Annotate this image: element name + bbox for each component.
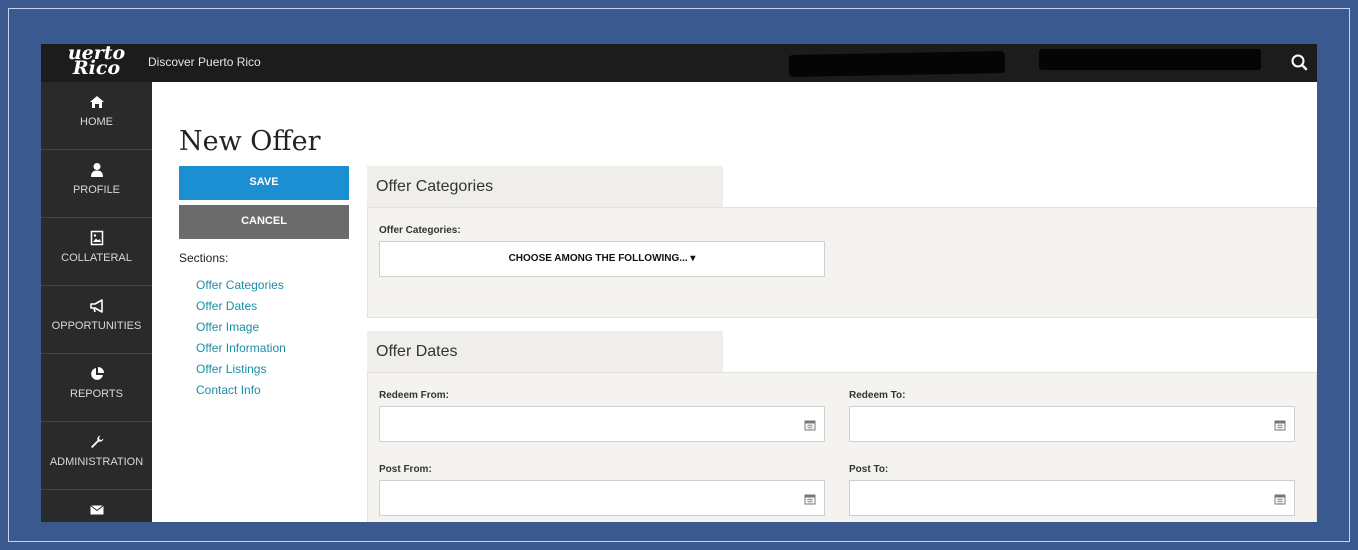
- redeem-to-input[interactable]: [849, 406, 1295, 442]
- section-link-offer-categories[interactable]: Offer Categories: [196, 276, 286, 297]
- redacted-block: [788, 51, 1006, 77]
- sidebar-item-administration[interactable]: ADMINISTRATION: [41, 422, 152, 490]
- save-button[interactable]: SAVE: [179, 166, 349, 200]
- offer-categories-dropdown[interactable]: CHOOSE AMONG THE FOLLOWING... ▾: [379, 241, 825, 277]
- logo-line-2: Rico: [72, 57, 121, 79]
- sidebar-item-reports[interactable]: REPORTS: [41, 354, 152, 422]
- sidebar-item-label: OPPORTUNITIES: [51, 320, 142, 332]
- post-from-label: Post From:: [379, 464, 432, 475]
- sections-heading: Sections:: [179, 251, 229, 265]
- home-icon: [89, 96, 104, 108]
- site-name[interactable]: Discover Puerto Rico: [148, 55, 261, 69]
- calendar-icon[interactable]: [1274, 493, 1286, 505]
- screenshot-frame: uerto Rico Discover Puerto Rico HOME PRO…: [0, 0, 1358, 550]
- sidebar-item-profile[interactable]: PROFILE: [41, 150, 152, 218]
- site-logo[interactable]: uerto Rico: [41, 44, 152, 82]
- envelope-icon: [89, 505, 104, 515]
- search-icon: [1291, 54, 1308, 71]
- sidebar-item-label: ADMINISTRATION: [49, 456, 144, 468]
- section-link-offer-listings[interactable]: Offer Listings: [196, 360, 286, 381]
- sidebar-item-messages[interactable]: [41, 490, 152, 522]
- sidebar-item-collateral[interactable]: COLLATERAL: [41, 218, 152, 286]
- post-to-input[interactable]: [849, 480, 1295, 516]
- calendar-icon[interactable]: [804, 419, 816, 431]
- offer-dates-tab: Offer Dates: [367, 331, 723, 373]
- sidebar-item-label: HOME: [80, 116, 113, 128]
- sidebar-item-opportunities[interactable]: OPPORTUNITIES: [41, 286, 152, 354]
- app-window: uerto Rico Discover Puerto Rico HOME PRO…: [41, 44, 1317, 522]
- user-icon: [90, 163, 103, 177]
- page-title: New Offer: [179, 126, 321, 157]
- post-to-label: Post To:: [849, 464, 889, 475]
- section-link-offer-information[interactable]: Offer Information: [196, 339, 286, 360]
- cancel-button[interactable]: CANCEL: [179, 205, 349, 239]
- sidebar-item-label: COLLATERAL: [61, 252, 132, 264]
- section-links: Offer Categories Offer Dates Offer Image…: [196, 276, 286, 402]
- pie-chart-icon: [90, 367, 104, 380]
- post-from-input[interactable]: [379, 480, 825, 516]
- offer-categories-label: Offer Categories:: [379, 225, 461, 236]
- offer-dates-panel: Redeem From: Redeem To: Post From: Post …: [367, 372, 1317, 522]
- sidebar: HOME PROFILE COLLATERAL OPPORTUNITIES RE…: [41, 82, 152, 522]
- sidebar-item-home[interactable]: HOME: [41, 82, 152, 150]
- top-bar: uerto Rico Discover Puerto Rico: [41, 44, 1317, 82]
- search-button[interactable]: [1281, 44, 1317, 82]
- section-link-offer-image[interactable]: Offer Image: [196, 318, 286, 339]
- redeem-to-label: Redeem To:: [849, 390, 906, 401]
- image-file-icon: [90, 230, 103, 246]
- sidebar-item-label: PROFILE: [72, 184, 121, 196]
- calendar-icon[interactable]: [1274, 419, 1286, 431]
- redeem-from-label: Redeem From:: [379, 390, 450, 401]
- offer-categories-tab: Offer Categories: [367, 166, 723, 208]
- section-link-offer-dates[interactable]: Offer Dates: [196, 297, 286, 318]
- offer-categories-panel: Offer Categories: CHOOSE AMONG THE FOLLO…: [367, 207, 1317, 318]
- wrench-icon: [90, 435, 103, 448]
- sidebar-item-label: REPORTS: [70, 388, 123, 400]
- section-link-contact-info[interactable]: Contact Info: [196, 381, 286, 402]
- calendar-icon[interactable]: [804, 493, 816, 505]
- megaphone-icon: [89, 299, 103, 313]
- redeem-from-input[interactable]: [379, 406, 825, 442]
- redacted-block: [1039, 49, 1261, 70]
